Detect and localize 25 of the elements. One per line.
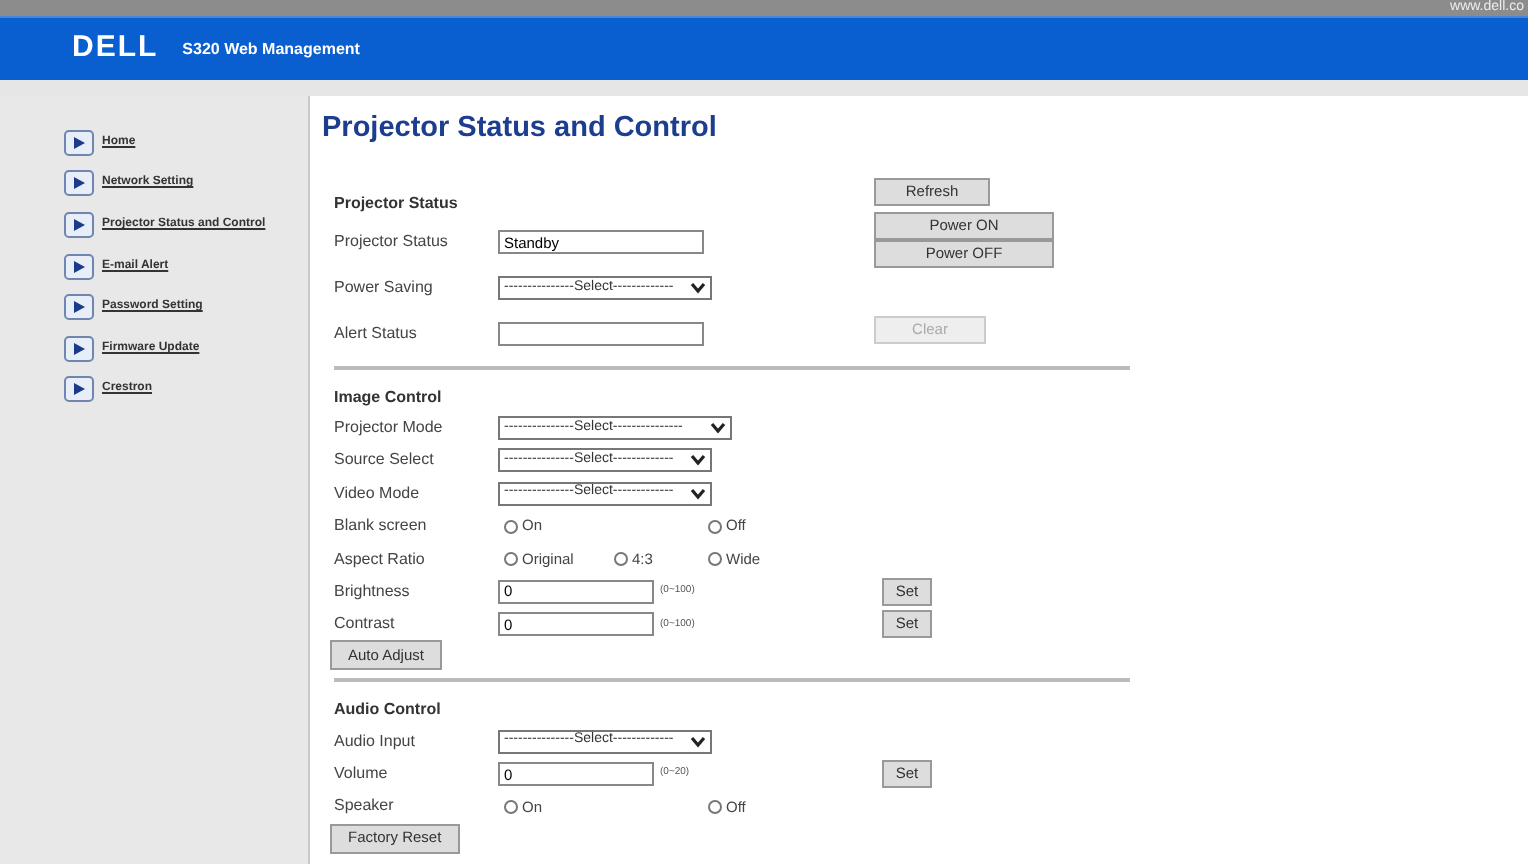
section-heading: Audio Control	[334, 698, 443, 723]
field-label: Source Select	[334, 448, 436, 473]
field-label: Brightness	[334, 579, 412, 604]
field-label: Audio Input	[334, 729, 417, 754]
chevron-icon	[690, 487, 706, 500]
logo-text: DELL	[72, 28, 159, 69]
text-field[interactable]	[498, 322, 704, 347]
field-label: Volume	[334, 762, 390, 787]
field-label: Projector Status	[334, 230, 450, 255]
header-title: S320 Web Management	[182, 37, 360, 61]
field-label: Contrast	[334, 612, 397, 637]
chevron-icon	[710, 421, 726, 434]
field-label: Aspect Ratio	[334, 547, 427, 571]
chevron-icon	[690, 282, 706, 295]
field-label: Video Mode	[334, 481, 422, 506]
field-label: Projector Mode	[334, 415, 445, 440]
field-label: Speaker	[334, 794, 396, 819]
chevron-icon	[690, 454, 706, 467]
section-heading: Image Control	[334, 385, 444, 410]
page-title: Projector Status and Control	[322, 110, 719, 148]
chevron-icon	[690, 735, 706, 748]
field-label: Alert Status	[334, 322, 419, 347]
field-label: Power Saving	[334, 276, 435, 301]
section-heading: Projector Status	[334, 191, 460, 216]
field-label: Blank screen	[334, 514, 429, 539]
